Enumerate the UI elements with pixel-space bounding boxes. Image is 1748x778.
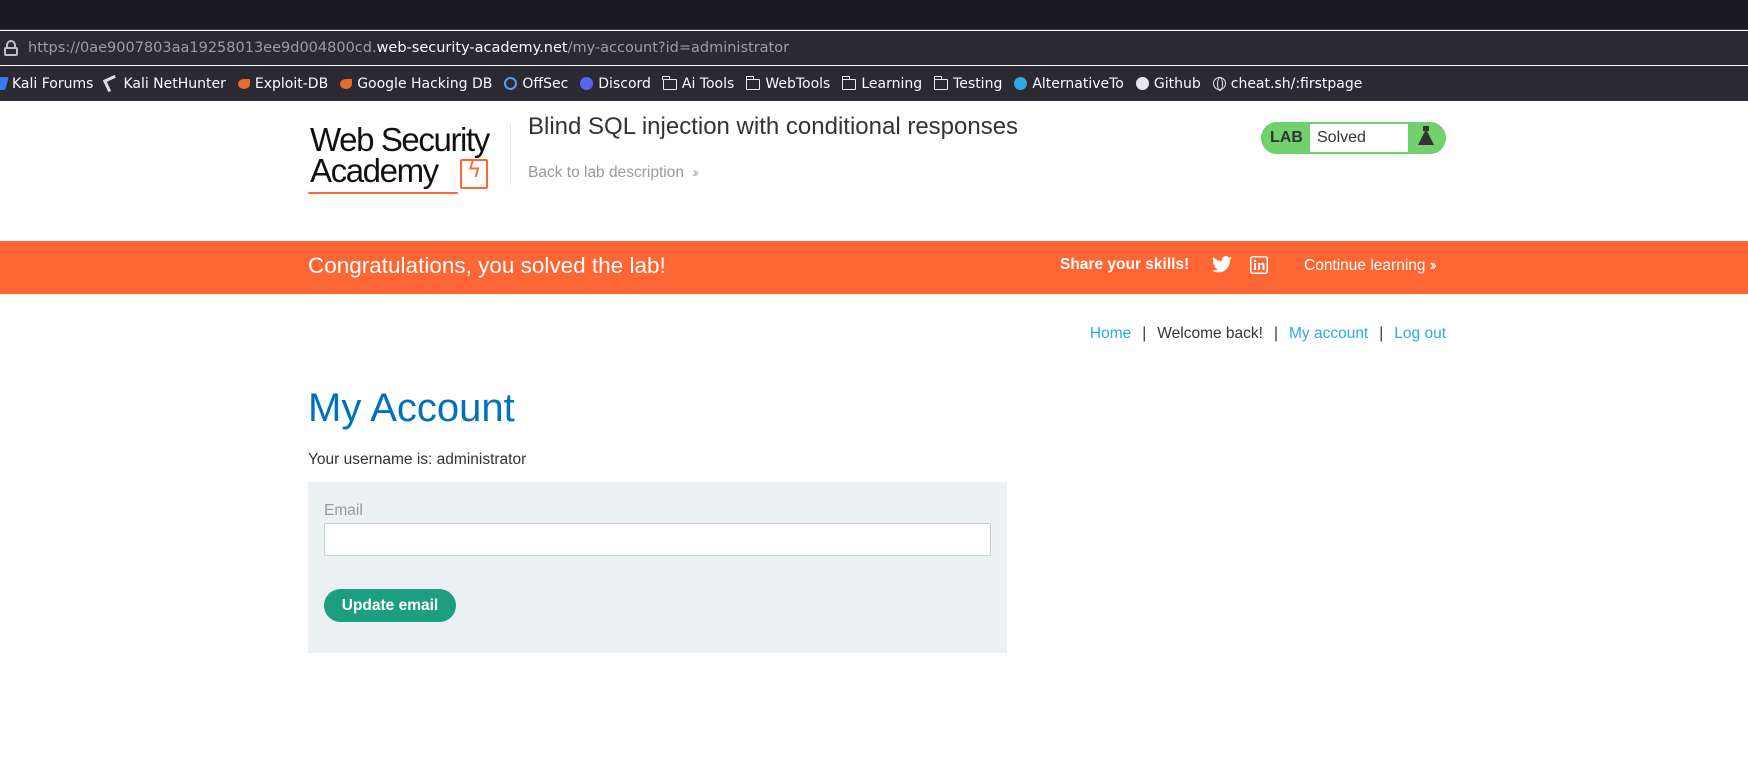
header-divider [510,123,511,185]
update-email-form: Email Update email [308,482,1007,653]
bookmark-label: Learning [861,75,923,92]
logo-bolt-icon [460,158,488,189]
chevron-double-right-icon: ›› [1429,257,1438,274]
flask-icon [1408,124,1444,152]
url-host: web-security-academy.net [376,40,568,56]
nav-separator: | [1273,325,1278,342]
bookmark-alternativeto[interactable]: AlternativeTo [1014,76,1124,92]
linkedin-icon[interactable] [1250,256,1268,274]
bookmark-folder-testing[interactable]: Testing [933,75,1003,92]
bookmark-label: Ai Tools [681,75,735,92]
chevron-double-right-icon: ›› [691,164,699,181]
bookmark-label: Google Hacking DB [357,75,493,92]
bookmark-label: WebTools [765,75,831,92]
url-scheme: https:// [28,40,80,56]
bookmark-label: cheat.sh/:firstpage [1230,75,1363,92]
lab-title: Blind SQL injection with conditional res… [528,113,1019,140]
alternativeto-icon [1014,77,1028,90]
folder-icon [745,76,761,90]
lab-tag: LAB [1270,129,1303,146]
bookmark-kali-forums[interactable]: Kali Forums [0,76,93,92]
continue-learning-label: Continue learning [1304,257,1426,274]
solved-banner: Congratulations, you solved the lab! Sha… [0,241,1748,294]
nav-separator: | [1142,325,1147,342]
bookmark-google-hacking-db[interactable]: Google Hacking DB [340,76,492,92]
exploit-db-icon [340,78,353,89]
bookmark-github[interactable]: Github [1135,75,1201,92]
folder-icon [662,76,677,90]
update-email-button[interactable]: Update email [324,589,456,622]
bookmarks-toolbar: Kali Forums Kali NetHunter Exploit-DB Go… [0,66,1748,101]
nav-my-account-link[interactable]: My account [1289,325,1368,343]
email-input[interactable] [324,523,991,556]
bookmark-kali-nethunter[interactable]: Kali NetHunter [103,74,226,93]
nav-home-link[interactable]: Home [1090,325,1131,343]
account-nav: Home | Welcome back! | My account | Log … [1090,325,1446,343]
offsec-icon [504,77,518,90]
url-path: /my-account?id=administrator [567,40,790,56]
bookmark-exploit-db[interactable]: Exploit-DB [237,75,329,92]
browser-tab-strip [0,0,1748,30]
logo-line2: Academy [310,152,439,189]
email-label: Email [324,502,363,519]
username-text: Your username is: administrator [308,451,527,468]
academy-logo[interactable]: Web Security Academy [308,121,508,194]
bookmark-discord[interactable]: Discord [580,76,651,92]
bookmark-label: Kali Forums [12,75,94,92]
discord-icon [580,77,594,90]
bookmark-label: Discord [598,75,651,92]
nethunter-icon [103,74,121,93]
github-icon [1135,77,1149,90]
back-link-label: Back to lab description [528,164,684,181]
congratulations-message: Congratulations, you solved the lab! [308,253,666,278]
address-bar[interactable]: https://0ae9007803aa19258013ee9d004800cd… [0,31,1748,65]
page-title: My Account [308,386,515,430]
bookmark-label: Kali NetHunter [123,75,226,92]
web-page: Web Security Academy Blind SQL injection… [0,101,1748,778]
nav-welcome-text: Welcome back! [1157,325,1263,342]
bookmark-label: AlternativeTo [1032,75,1124,92]
continue-learning-link[interactable]: Continue learning ›› [1304,257,1438,275]
bookmark-label: Github [1153,75,1201,92]
nav-separator: | [1379,325,1384,342]
bookmark-label: OffSec [522,75,569,92]
lab-status-widget: LAB Solved [1261,122,1446,154]
bookmark-label: Testing [953,75,1003,92]
exploit-db-icon [237,78,250,89]
lock-icon [4,40,18,56]
bookmark-folder-webtools[interactable]: WebTools [745,75,831,92]
lab-state: Solved [1310,124,1408,152]
logo-underline [308,192,458,194]
bookmark-label: Exploit-DB [254,75,329,92]
bookmark-cheat-sh[interactable]: cheat.sh/:firstpage [1212,75,1363,92]
bookmark-offsec[interactable]: OffSec [504,76,568,92]
twitter-icon[interactable] [1212,256,1232,274]
folder-icon [933,76,949,90]
nav-log-out-link[interactable]: Log out [1394,325,1446,343]
back-to-lab-description-link[interactable]: Back to lab description ›› [528,164,699,182]
kali-icon [0,77,9,90]
globe-icon [1212,77,1226,91]
folder-icon [841,76,857,90]
share-skills-label: Share your skills! [1060,256,1190,273]
bookmark-folder-ai-tools[interactable]: Ai Tools [662,75,735,92]
url-subdomain: 0ae9007803aa19258013ee9d004800cd. [79,40,377,56]
bookmark-folder-learning[interactable]: Learning [841,75,923,92]
